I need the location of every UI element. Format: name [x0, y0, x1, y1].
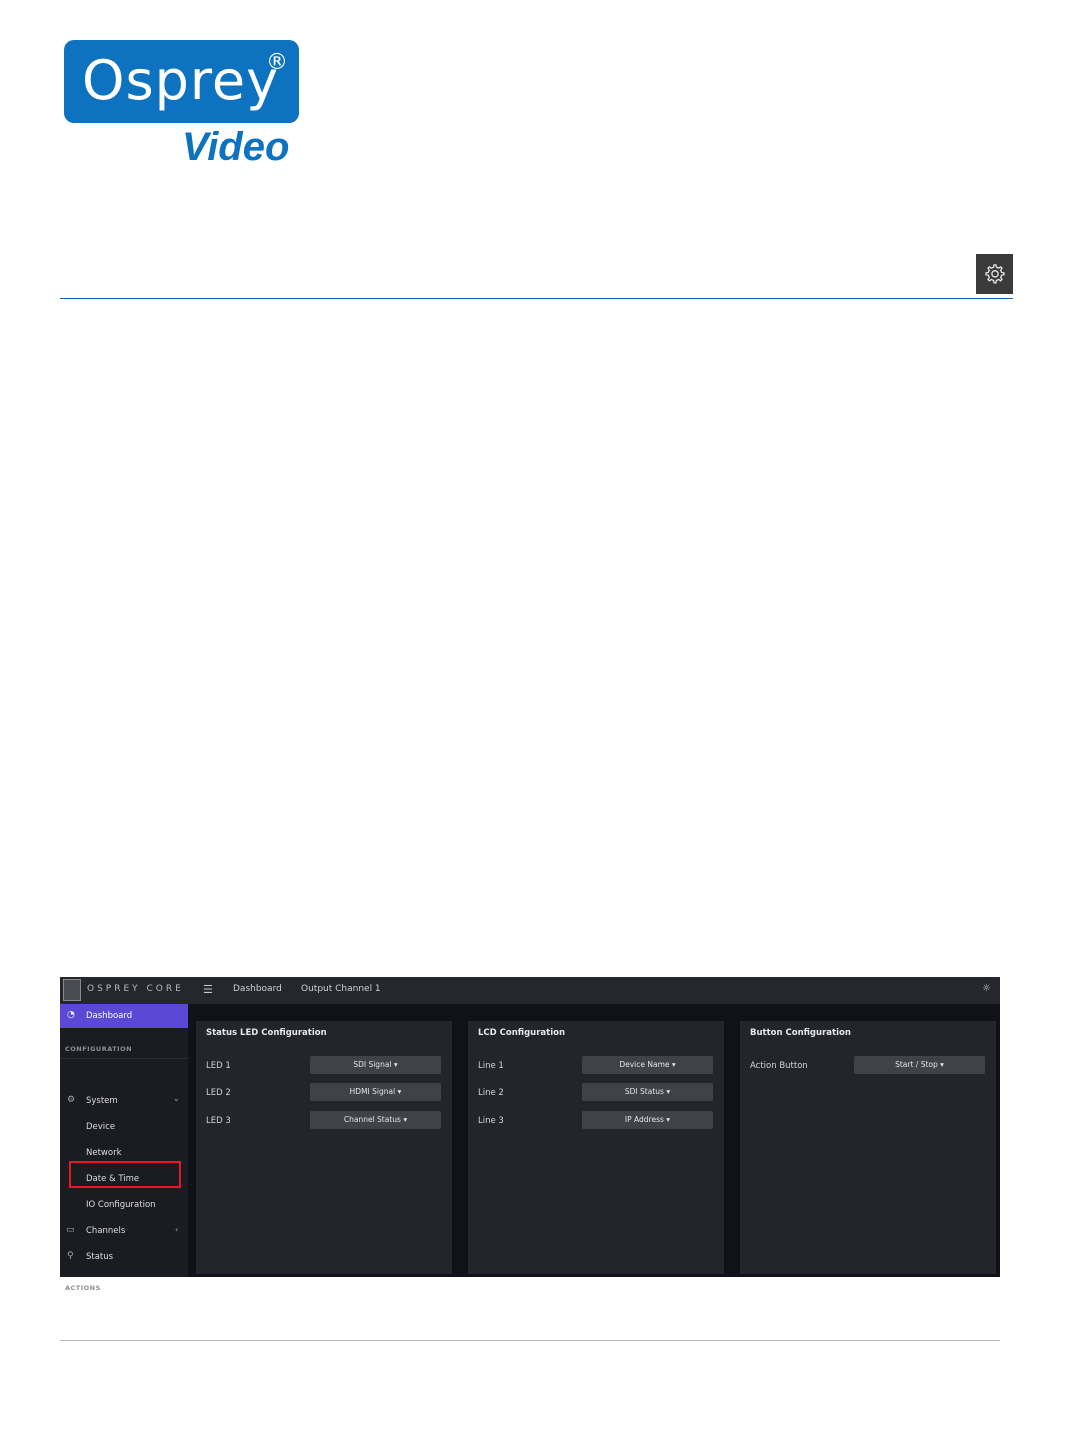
logo-wordmark: Osprey [82, 49, 280, 112]
panel-title: LCD Configuration [478, 1028, 566, 1038]
top-bar: OSPREY CORE ☰ Dashboard Output Channel 1… [60, 977, 1000, 1004]
chevron-down-icon[interactable]: ⌄ [173, 1094, 180, 1103]
sidebar-item-device[interactable]: Device [86, 1122, 115, 1132]
settings-gear-icon [976, 254, 1013, 294]
gauge-icon: ◔ [67, 1010, 75, 1020]
brand-logo-icon [63, 979, 81, 1001]
panel-title: Button Configuration [750, 1028, 851, 1038]
sidebar-item-system[interactable]: System [86, 1096, 118, 1106]
menu-icon[interactable]: ☰ [203, 983, 213, 996]
logo-subtitle: Video [182, 125, 290, 169]
chevron-left-icon[interactable]: ‹ [175, 1225, 178, 1234]
sidebar-item-label: Dashboard [86, 1011, 133, 1021]
row-label: LED 1 [206, 1061, 231, 1071]
divider [60, 1058, 188, 1059]
sidebar-item-dashboard[interactable]: ◔ Dashboard [60, 1004, 188, 1028]
led1-dropdown[interactable]: SDI Signal ▾ [310, 1056, 441, 1074]
sidebar-section-configuration: CONFIGURATION [65, 1045, 133, 1053]
sidebar-item-network[interactable]: Network [86, 1148, 122, 1158]
led3-dropdown[interactable]: Channel Status ▾ [310, 1111, 441, 1129]
web-ui-screenshot: OSPREY CORE ☰ Dashboard Output Channel 1… [60, 977, 1000, 1292]
sidebar-item-status[interactable]: Status [86, 1252, 113, 1262]
sidebar-section-actions: ACTIONS [65, 1284, 101, 1292]
line1-dropdown[interactable]: Device Name ▾ [582, 1056, 713, 1074]
row-label: LED 3 [206, 1116, 231, 1126]
search-icon: ⚲ [67, 1251, 74, 1261]
row-label: LED 2 [206, 1088, 231, 1098]
breadcrumb-dashboard[interactable]: Dashboard [233, 984, 282, 994]
panel-title: Status LED Configuration [206, 1028, 327, 1038]
video-camera-icon: ▭ [66, 1225, 75, 1235]
row-label: Action Button [750, 1061, 808, 1071]
row-label: Line 2 [478, 1088, 504, 1098]
footer-divider [60, 1340, 1000, 1341]
line3-dropdown[interactable]: IP Address ▾ [582, 1111, 713, 1129]
row-label: Line 3 [478, 1116, 504, 1126]
action-button-dropdown[interactable]: Start / Stop ▾ [854, 1056, 985, 1074]
logo-registered-mark: ® [266, 50, 288, 75]
status-led-panel: Status LED Configuration LED 1 SDI Signa… [196, 1021, 452, 1274]
led2-dropdown[interactable]: HDMI Signal ▾ [310, 1083, 441, 1101]
highlight-box [69, 1161, 181, 1188]
sidebar-item-channels[interactable]: Channels [86, 1226, 125, 1236]
row-label: Line 1 [478, 1061, 504, 1071]
button-configuration-panel: Button Configuration Action Button Start… [740, 1021, 996, 1274]
breadcrumb-output-channel[interactable]: Output Channel 1 [301, 984, 381, 994]
line2-dropdown[interactable]: SDI Status ▾ [582, 1083, 713, 1101]
sidebar: ◔ Dashboard CONFIGURATION ⚙ System ⌄ Dev… [60, 1004, 188, 1292]
header-divider [60, 298, 1013, 299]
gear-icon [984, 264, 1005, 284]
theme-toggle-icon[interactable]: ☼ [982, 983, 991, 994]
sidebar-item-io-configuration[interactable]: IO Configuration [86, 1200, 156, 1210]
brand-name: OSPREY CORE [87, 984, 184, 994]
gear-icon: ⚙ [67, 1095, 76, 1105]
lcd-configuration-panel: LCD Configuration Line 1 Device Name ▾ L… [468, 1021, 724, 1274]
